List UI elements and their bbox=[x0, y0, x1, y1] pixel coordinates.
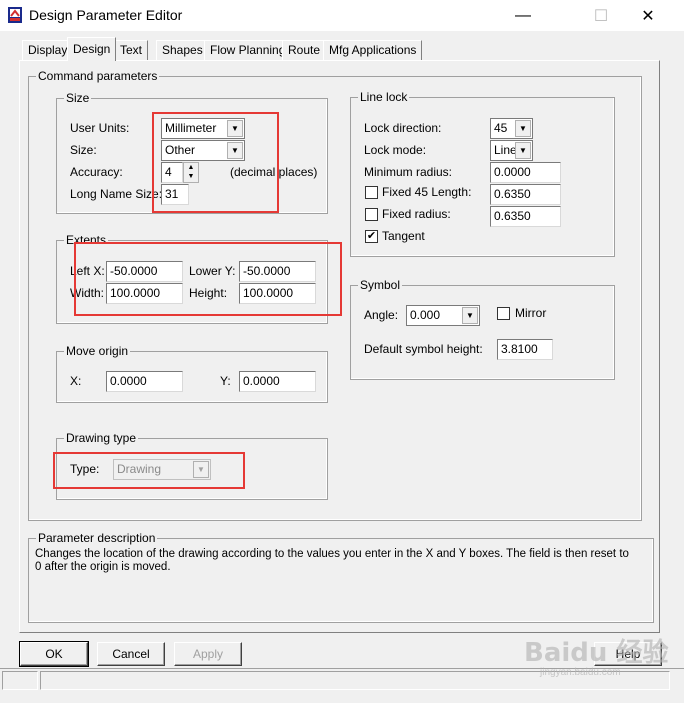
parameter-description-legend: Parameter description bbox=[36, 531, 158, 545]
user-units-label: User Units: bbox=[70, 121, 130, 135]
close-button[interactable]: ✕ bbox=[625, 0, 671, 31]
chevron-down-icon: ▼ bbox=[193, 461, 209, 478]
apply-button: Apply bbox=[174, 642, 242, 666]
width-input[interactable]: 100.0000 bbox=[106, 283, 183, 304]
tab-text[interactable]: Text bbox=[114, 40, 149, 60]
minimum-radius-input[interactable]: 0.0000 bbox=[490, 162, 561, 183]
lock-mode-dropdown[interactable]: Line ▼ bbox=[490, 140, 533, 161]
symbol-legend: Symbol bbox=[358, 278, 403, 292]
lock-direction-value: 45 bbox=[494, 121, 508, 135]
move-origin-legend: Move origin bbox=[64, 344, 131, 358]
tab-shapes[interactable]: Shapes bbox=[156, 40, 209, 60]
tab-display[interactable]: Display bbox=[22, 40, 74, 60]
drawing-type-value: Drawing bbox=[117, 462, 162, 476]
status-bar bbox=[0, 668, 684, 690]
long-name-size-label: Long Name Size: bbox=[70, 187, 163, 201]
height-label: Height: bbox=[189, 286, 228, 300]
chevron-down-icon: ▼ bbox=[227, 120, 243, 137]
fixed-radius-checkbox[interactable] bbox=[365, 208, 378, 221]
lower-y-label: Lower Y: bbox=[189, 264, 236, 278]
cancel-button[interactable]: Cancel bbox=[97, 642, 165, 666]
angle-value: 0.000 bbox=[410, 308, 441, 322]
fixed-45-length-label: Fixed 45 Length: bbox=[382, 185, 472, 199]
chevron-down-icon: ▼ bbox=[462, 307, 478, 324]
minimize-button[interactable]: — bbox=[500, 0, 546, 31]
default-symbol-height-label: Default symbol height: bbox=[364, 342, 483, 356]
minimum-radius-label: Minimum radius: bbox=[364, 165, 453, 179]
height-input[interactable]: 100.0000 bbox=[239, 283, 316, 304]
angle-label: Angle: bbox=[364, 308, 399, 322]
long-name-size-input[interactable]: 31 bbox=[161, 184, 189, 205]
size-dropdown[interactable]: Other ▼ bbox=[161, 140, 245, 161]
status-pane-left bbox=[2, 671, 38, 690]
fixed-45-length-checkbox[interactable] bbox=[365, 186, 378, 199]
type-label: Type: bbox=[70, 462, 100, 476]
app-icon bbox=[8, 7, 22, 23]
title-bar[interactable]: Design Parameter Editor — ☐ ✕ bbox=[0, 0, 684, 31]
command-parameters-legend: Command parameters bbox=[36, 69, 160, 83]
chevron-down-icon: ▼ bbox=[227, 142, 243, 159]
left-x-input[interactable]: -50.0000 bbox=[106, 261, 183, 282]
fixed-45-length-input[interactable]: 0.6350 bbox=[490, 184, 561, 205]
spin-up-icon[interactable]: ▲ bbox=[184, 163, 198, 172]
user-units-value: Millimeter bbox=[165, 121, 217, 135]
spin-down-icon[interactable]: ▼ bbox=[184, 172, 198, 181]
window-title: Design Parameter Editor bbox=[29, 7, 183, 23]
angle-dropdown[interactable]: 0.000 ▼ bbox=[406, 305, 480, 326]
lock-mode-label: Lock mode: bbox=[364, 143, 427, 157]
lock-direction-dropdown[interactable]: 45 ▼ bbox=[490, 118, 533, 139]
origin-y-input[interactable]: 0.0000 bbox=[239, 371, 316, 392]
drawing-type-dropdown: Drawing ▼ bbox=[113, 459, 211, 480]
mirror-label: Mirror bbox=[515, 306, 547, 320]
parameter-description-group: Parameter description Changes the locati… bbox=[28, 531, 654, 623]
mirror-checkbox[interactable] bbox=[497, 307, 510, 320]
tab-mfg-applications[interactable]: Mfg Applications bbox=[323, 40, 423, 60]
extents-group: Extents bbox=[56, 233, 328, 324]
size-value: Other bbox=[165, 143, 196, 157]
chevron-down-icon: ▼ bbox=[515, 120, 531, 137]
tangent-label: Tangent bbox=[382, 229, 425, 243]
accuracy-input[interactable]: 4 bbox=[161, 162, 183, 183]
lock-mode-value: Line bbox=[494, 143, 517, 157]
tab-design[interactable]: Design bbox=[67, 37, 117, 61]
chevron-down-icon: ▼ bbox=[515, 142, 531, 159]
maximize-button: ☐ bbox=[593, 7, 609, 25]
ok-button[interactable]: OK bbox=[19, 641, 89, 667]
symbol-group: Symbol bbox=[350, 278, 615, 380]
accuracy-spinner[interactable]: ▲ ▼ bbox=[183, 162, 199, 183]
origin-x-input[interactable]: 0.0000 bbox=[106, 371, 183, 392]
fixed-radius-input[interactable]: 0.6350 bbox=[490, 206, 561, 227]
lock-direction-label: Lock direction: bbox=[364, 121, 442, 135]
tab-route[interactable]: Route bbox=[282, 40, 327, 60]
tangent-checkbox[interactable]: ✔ bbox=[365, 230, 378, 243]
parameter-description-text: Changes the location of the drawing acco… bbox=[35, 548, 629, 573]
size-legend: Size bbox=[64, 91, 92, 105]
tab-flow-planning[interactable]: Flow Planning bbox=[204, 40, 292, 60]
origin-y-label: Y: bbox=[220, 374, 231, 388]
extents-legend: Extents bbox=[64, 233, 109, 247]
fixed-radius-label: Fixed radius: bbox=[382, 207, 451, 221]
width-label: Width: bbox=[70, 286, 105, 300]
origin-x-label: X: bbox=[70, 374, 82, 388]
help-button[interactable]: Help bbox=[594, 642, 662, 666]
left-x-label: Left X: bbox=[70, 264, 105, 278]
dialog-window: Design Parameter Editor — ☐ ✕ Display De… bbox=[0, 0, 684, 703]
line-lock-legend: Line lock bbox=[358, 90, 410, 104]
accuracy-label: Accuracy: bbox=[70, 165, 123, 179]
lower-y-input[interactable]: -50.0000 bbox=[239, 261, 316, 282]
size-label: Size: bbox=[70, 143, 97, 157]
drawing-type-legend: Drawing type bbox=[64, 431, 139, 445]
accuracy-hint: (decimal places) bbox=[230, 165, 318, 179]
status-pane-main bbox=[40, 671, 670, 690]
user-units-dropdown[interactable]: Millimeter ▼ bbox=[161, 118, 245, 139]
default-symbol-height-input[interactable]: 3.8100 bbox=[497, 339, 553, 360]
checkmark-icon: ✔ bbox=[366, 230, 377, 242]
